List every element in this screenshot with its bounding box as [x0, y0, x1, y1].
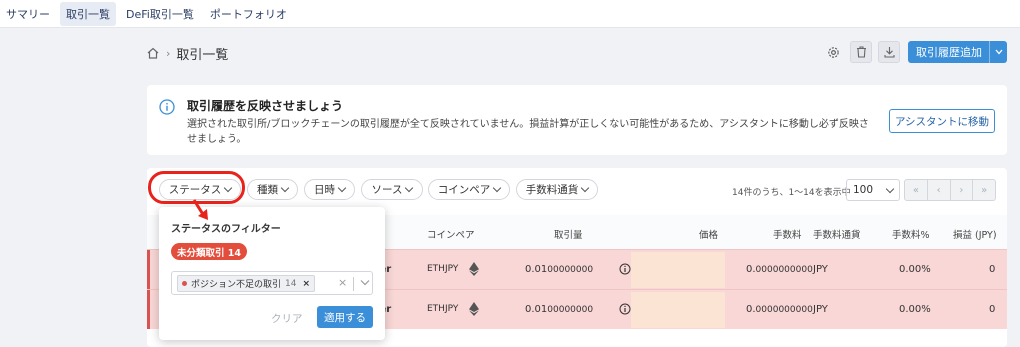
nav-summary[interactable]: サマリー — [0, 2, 56, 26]
fee-currency-cell: JPY — [813, 304, 828, 315]
chevron-down-icon — [337, 183, 347, 193]
trash-icon — [856, 46, 866, 58]
top-nav: サマリー 取引一覧 DeFi取引一覧 ポートフォリオ — [0, 0, 1020, 28]
fee-currency-cell: JPY — [813, 264, 828, 275]
chevron-down-icon[interactable] — [360, 279, 370, 287]
unclassified-badge[interactable]: 未分類取引 14 — [171, 243, 248, 260]
info-icon[interactable] — [619, 263, 631, 275]
col-price[interactable]: 価格 — [699, 227, 718, 241]
filter-date[interactable]: 日時 — [304, 179, 355, 200]
selected-status-count: 14 — [285, 278, 297, 289]
col-coin-pair[interactable]: コインペア — [427, 227, 475, 241]
fee-main: 0. — [746, 304, 756, 315]
selected-status-label: ポジション不足の取引 — [191, 280, 282, 290]
remove-tag-icon[interactable]: × — [302, 279, 310, 289]
filter-fee-currency[interactable]: 手数料通貨 — [516, 179, 598, 200]
coin-pair-cell: ETHJPY — [427, 304, 459, 314]
breadcrumb: › 取引一覧 — [146, 44, 229, 63]
chevron-down-icon — [405, 183, 414, 193]
price-cell — [631, 292, 725, 328]
add-history-dropdown[interactable] — [989, 41, 1007, 63]
annotation-arrow-icon — [192, 199, 208, 220]
amount-rest: 00000000 — [547, 265, 594, 275]
col-pnl[interactable]: 損益 (JPY) — [953, 227, 997, 241]
go-to-assistant-button[interactable]: アシスタントに移動 — [889, 109, 995, 133]
nav-transactions[interactable]: 取引一覧 — [60, 1, 116, 26]
breadcrumb-separator: › — [166, 46, 171, 60]
download-button[interactable] — [878, 41, 900, 63]
last-page-button[interactable]: » — [973, 180, 995, 200]
banner-title: 取引履歴を反映させましょう — [187, 99, 344, 113]
per-page-select[interactable]: 100 — [846, 179, 900, 201]
col-fee-pct[interactable]: 手数料% — [892, 227, 930, 241]
col-fee[interactable]: 手数料 — [773, 227, 802, 241]
filter-source[interactable]: ソース — [361, 179, 423, 200]
home-icon[interactable] — [146, 46, 160, 60]
nav-defi-transactions[interactable]: DeFi取引一覧 — [120, 2, 200, 26]
pagination-summary: 14件のうち、1〜14を表示中 — [732, 188, 851, 198]
settings-button[interactable] — [822, 41, 844, 63]
page-title: 取引一覧 — [176, 47, 229, 63]
filter-coin-pair[interactable]: コインペア — [428, 179, 510, 200]
amount-cell: 0.0100000000 — [525, 264, 593, 275]
eth-icon — [469, 262, 479, 276]
error-indicator — [147, 250, 150, 289]
info-icon — [159, 99, 175, 115]
amount-main: 0.01 — [525, 264, 548, 275]
settings-icon — [827, 46, 839, 58]
selected-status-tag: ポジション不足の取引 14 × — [177, 275, 316, 292]
add-history-button[interactable]: 取引履歴追加 — [908, 41, 1007, 63]
clear-selection-icon[interactable]: × — [338, 276, 347, 289]
filter-date-label: 日時 — [314, 184, 335, 196]
add-history-label: 取引履歴追加 — [916, 46, 982, 59]
chevron-down-icon — [581, 183, 590, 193]
col-fee-currency[interactable]: 手数料通貨 — [813, 227, 861, 241]
coin-pair-cell: ETHJPY — [427, 264, 459, 274]
sync-banner: 取引履歴を反映させましょう 選択された取引所/ブロックチェーンの取引履歴が全て反… — [147, 85, 1007, 155]
pnl-cell: 0 — [989, 264, 996, 275]
filter-type-label: 種類 — [257, 184, 278, 196]
col-amount[interactable]: 取引量 — [554, 227, 583, 241]
download-icon — [883, 47, 895, 58]
banner-body: 選択された取引所/ブロックチェーンの取引履歴が全て反映されていません。損益計算が… — [187, 119, 869, 145]
divider — [353, 277, 354, 291]
per-page-value: 100 — [853, 184, 874, 196]
filter-source-label: ソース — [371, 184, 403, 196]
status-filter-title: ステータスのフィルター — [171, 224, 281, 235]
error-indicator — [147, 290, 150, 329]
chevron-down-icon — [493, 183, 502, 193]
fee-cell: 0.0000000000 — [746, 264, 813, 275]
chevron-down-icon — [995, 49, 1002, 55]
prev-page-button[interactable]: ‹ — [928, 180, 951, 200]
filter-fee-currency-label: 手数料通貨 — [525, 184, 579, 196]
amount-main: 0.01 — [525, 304, 548, 315]
status-multiselect[interactable]: ポジション不足の取引 14 × × — [171, 271, 373, 295]
fee-pct-cell: 0.00% — [899, 264, 931, 275]
pnl-cell: 0 — [989, 304, 996, 315]
chevron-down-icon — [885, 184, 895, 193]
status-dot — [182, 281, 187, 286]
filter-coin-pair-label: コインペア — [437, 184, 491, 196]
next-page-button[interactable]: › — [951, 180, 974, 200]
fee-cell: 0.0000000000 — [746, 304, 813, 315]
filter-type[interactable]: 種類 — [247, 179, 298, 200]
fee-main: 0. — [746, 264, 756, 275]
fee-pct-cell: 0.00% — [899, 304, 931, 315]
pagination: « ‹ › » — [904, 179, 996, 201]
fee-rest: 0000000000 — [755, 265, 813, 275]
amount-rest: 00000000 — [547, 305, 594, 315]
apply-button[interactable]: 適用する — [317, 306, 373, 328]
info-icon[interactable] — [619, 303, 631, 315]
price-cell — [631, 252, 725, 288]
amount-cell: 0.0100000000 — [525, 304, 593, 315]
chevron-down-icon — [280, 183, 290, 193]
eth-icon — [469, 302, 479, 316]
delete-button[interactable] — [850, 41, 872, 63]
nav-portfolio[interactable]: ポートフォリオ — [204, 2, 293, 26]
fee-rest: 0000000000 — [755, 305, 813, 315]
first-page-button[interactable]: « — [905, 180, 928, 200]
clear-button[interactable]: クリア — [271, 311, 303, 326]
